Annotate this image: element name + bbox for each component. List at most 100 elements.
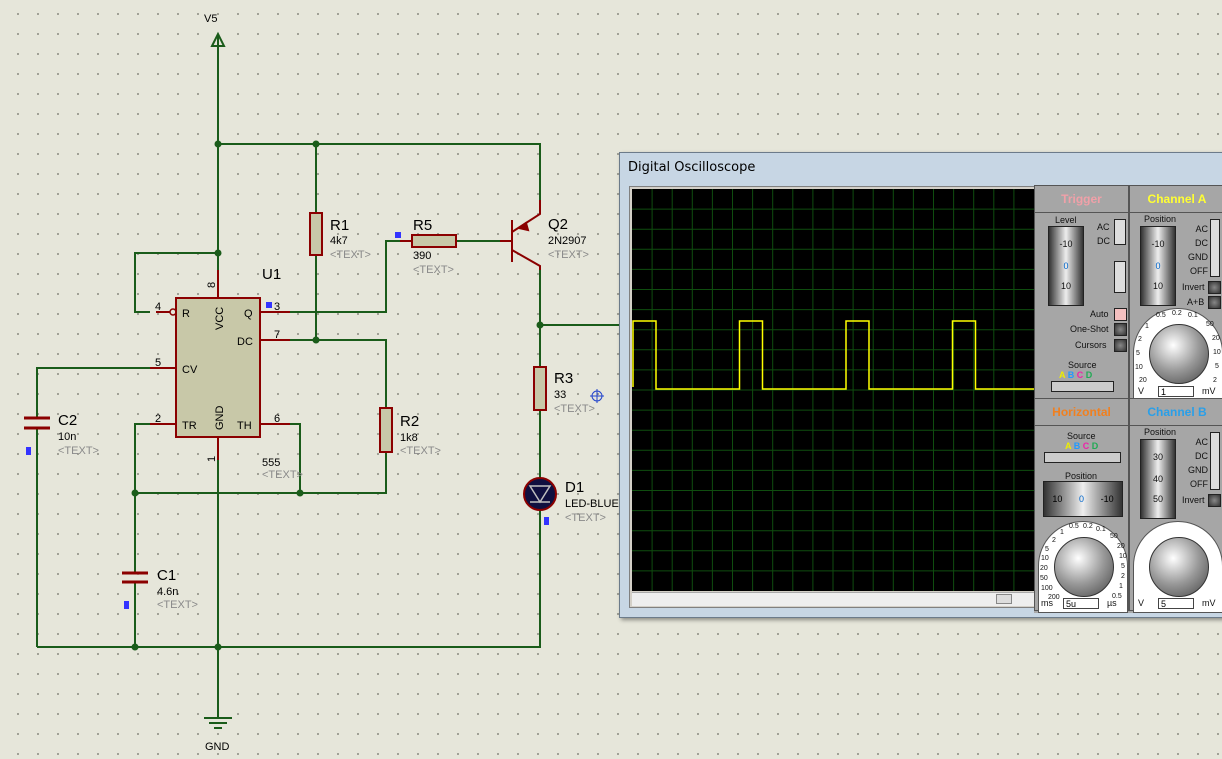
horizontal-title: Horizontal (1035, 399, 1128, 426)
u1-ref: U1 (262, 266, 281, 283)
r2-resistor[interactable]: R2 1k8 <TEXT> (379, 407, 441, 457)
knob[interactable] (1054, 537, 1114, 597)
d1-led[interactable]: D1 LED-BLUE <TEXT> (523, 477, 619, 524)
dial-tick: 0.1 (1096, 526, 1106, 533)
dial-tick: 50 (1040, 575, 1048, 582)
channel-a-volts-field[interactable]: 1 (1158, 386, 1194, 397)
scale-tick: 0 (1078, 494, 1084, 504)
r1-resistor[interactable]: R1 4k7 <TEXT> (309, 212, 371, 261)
horizontal-position-slider[interactable]: 10 0 -10 (1043, 481, 1123, 517)
ground-terminal[interactable]: GND (204, 717, 232, 753)
channel-b-volts-field[interactable]: 5 (1158, 598, 1194, 609)
a-plus-b-label: A+B (1187, 297, 1205, 307)
channel-b-position-slider[interactable]: 30 40 50 (1140, 439, 1176, 519)
pin-name-dc: DC (237, 336, 253, 348)
scale-tick: -10 (1151, 239, 1165, 249)
scale-tick: 10 (1052, 494, 1063, 504)
unit-mv: mV (1202, 386, 1216, 396)
pin-7: 7 (274, 329, 280, 341)
q2-transistor[interactable]: Q2 2N2907 <TEXT> (500, 200, 589, 270)
knob[interactable] (1149, 537, 1209, 597)
c1-text: <TEXT> (157, 599, 198, 611)
position-label: Position (1144, 427, 1177, 437)
r1-text: <TEXT> (330, 249, 371, 261)
source-b: B (1073, 441, 1081, 451)
invert-button[interactable] (1208, 281, 1221, 294)
scale-tick: -10 (1059, 239, 1073, 249)
dial-tick: 0.2 (1083, 523, 1093, 530)
source-c: C (1076, 370, 1084, 380)
source-d: D (1091, 441, 1099, 451)
pin-name-gnd: GND (214, 406, 226, 431)
one-shot-button[interactable] (1114, 323, 1127, 336)
source-a: A (1059, 370, 1066, 380)
r5-resistor[interactable]: R5 390 <TEXT> (400, 217, 457, 276)
r1-value: 4k7 (330, 235, 348, 247)
trigger-edge-switch[interactable] (1114, 261, 1126, 293)
scale-tick: 40 (1152, 474, 1163, 484)
c2-capacitor[interactable]: C2 10n <TEXT> (24, 412, 99, 457)
r3-ref: R3 (554, 370, 573, 387)
source-c: C (1082, 441, 1090, 451)
dial-tick: 0.1 (1188, 312, 1198, 319)
unit-v: V (1138, 386, 1145, 396)
source-b: B (1067, 370, 1075, 380)
scale-tick: 50 (1152, 494, 1163, 504)
scroll-thumb[interactable] (996, 594, 1012, 604)
source-label: Source (1068, 360, 1097, 370)
auto-button[interactable] (1114, 308, 1127, 321)
channel-a-position-slider[interactable]: -10 0 10 (1140, 226, 1176, 306)
trigger-source-slider[interactable] (1051, 381, 1114, 392)
channel-a-title: Channel A (1130, 186, 1222, 213)
u1-value: 555 (262, 457, 280, 469)
scope-display-frame (629, 186, 1035, 608)
d1-text: <TEXT> (565, 512, 606, 524)
knob[interactable] (1149, 324, 1209, 384)
dial-tick: 2 (1213, 377, 1217, 384)
d1-value: LED-BLUE (565, 498, 619, 510)
scale-tick: 0 (1155, 261, 1161, 271)
cursors-label: Cursors (1075, 340, 1107, 350)
dial-tick: 5 (1215, 363, 1219, 370)
q2-text: <TEXT> (548, 249, 589, 261)
pin-6: 6 (274, 413, 280, 425)
dial-tick: 2 (1052, 537, 1056, 544)
dial-tick: 50 (1206, 321, 1214, 328)
oscilloscope-window[interactable]: Digital Oscilloscope Trigger Level -10 0 1… (619, 152, 1222, 618)
trigger-level-slider[interactable]: -10 0 10 (1048, 226, 1084, 306)
coupling-dc: DC (1097, 236, 1110, 246)
unit-v: V (1138, 598, 1145, 608)
window-title: Digital Oscilloscope (628, 160, 756, 175)
pin-name-r: R (182, 308, 190, 320)
dial-tick: 5 (1045, 546, 1049, 553)
pin-name-th: TH (237, 420, 252, 432)
a-plus-b-button[interactable] (1208, 296, 1221, 309)
horizontal-scrollbar[interactable] (632, 592, 1034, 606)
dial-tick: 0.5 (1112, 593, 1122, 600)
power-terminal[interactable]: V5 (204, 13, 226, 47)
trigger-coupling-switch[interactable] (1114, 219, 1126, 245)
r5-text: <TEXT> (413, 264, 454, 276)
ground-label: GND (205, 741, 230, 753)
channel-a-coupling-switch[interactable] (1210, 219, 1220, 277)
c1-value: 4.6n (157, 586, 178, 598)
r3-resistor[interactable]: R3 33 <TEXT> (533, 366, 595, 415)
r3-value: 33 (554, 389, 566, 401)
scope-display (632, 189, 1034, 591)
coupling-dc: DC (1195, 451, 1208, 461)
power-label: V5 (204, 13, 217, 25)
cursors-button[interactable] (1114, 339, 1127, 352)
c2-value: 10n (58, 431, 76, 443)
source-label: Source (1067, 431, 1096, 441)
u1-555-timer[interactable]: U1 555 <TEXT> 4 5 2 3 7 6 8 1 R CV TR Q … (150, 266, 303, 481)
r1-ref: R1 (330, 217, 349, 234)
r2-ref: R2 (400, 413, 419, 430)
dial-tick: 20 (1040, 565, 1048, 572)
horizontal-source-slider[interactable] (1044, 452, 1121, 463)
invert-button[interactable] (1208, 494, 1221, 507)
control-panel: Trigger Level -10 0 10 AC DC Auto One-Shot… (1034, 185, 1222, 613)
channel-b-coupling-switch[interactable] (1210, 432, 1220, 490)
probe-marker (124, 601, 129, 609)
c1-capacitor[interactable]: C1 4.6n <TEXT> (122, 567, 198, 611)
timebase-field[interactable]: 5u (1063, 598, 1099, 609)
